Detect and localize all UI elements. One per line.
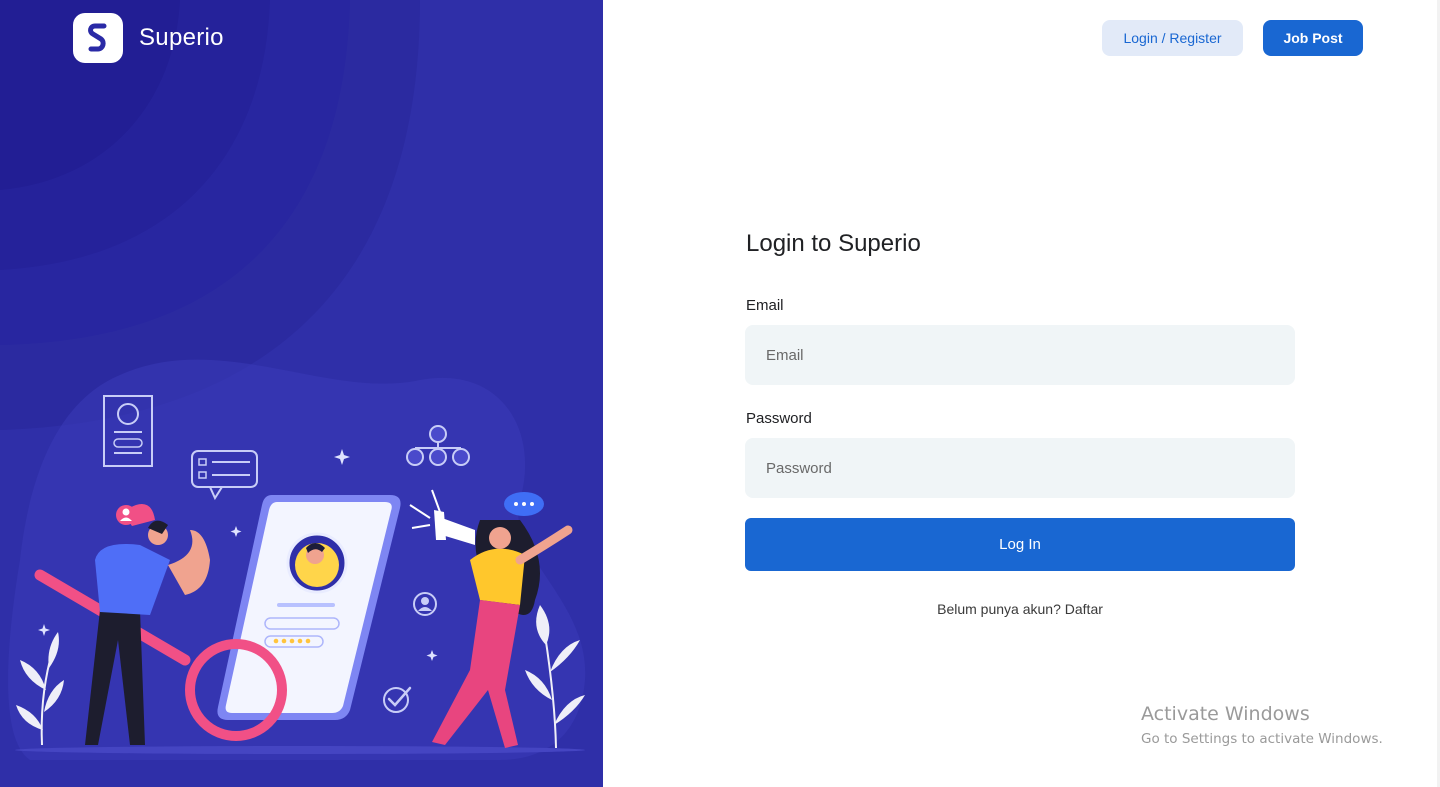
email-label: Email xyxy=(746,297,784,314)
log-in-button[interactable]: Log In xyxy=(745,518,1295,571)
leaf-plant-icon xyxy=(525,605,585,749)
password-group: Password xyxy=(745,410,1295,498)
chat-list-icon xyxy=(191,450,258,488)
login-register-button[interactable]: Login / Register xyxy=(1102,20,1243,56)
form-title: Login to Superio xyxy=(746,230,921,257)
checkmark-icon xyxy=(383,687,409,713)
windows-activation-watermark: Activate Windows Go to Settings to activ… xyxy=(1141,703,1383,747)
header-actions: Login / Register Job Post xyxy=(1102,20,1363,56)
recruitment-illustration xyxy=(15,395,585,754)
watermark-subtitle: Go to Settings to activate Windows. xyxy=(1141,731,1383,747)
job-post-button[interactable]: Job Post xyxy=(1263,20,1363,56)
leaf-plant-icon xyxy=(16,632,64,746)
signup-prompt-line: Belum punya akun? Daftar xyxy=(745,601,1295,617)
brand[interactable]: Superio xyxy=(73,13,224,63)
password-input[interactable] xyxy=(745,438,1295,498)
brand-name: Superio xyxy=(139,24,224,51)
org-chart-icon xyxy=(406,425,470,466)
watermark-title: Activate Windows xyxy=(1141,703,1310,725)
signup-prompt-text: Belum punya akun? xyxy=(937,601,1061,617)
password-label: Password xyxy=(746,410,812,427)
login-form: Login to Superio Email Password Log In B… xyxy=(745,230,1295,617)
signup-link[interactable]: Daftar xyxy=(1065,601,1103,617)
email-input[interactable] xyxy=(745,325,1295,385)
hero-panel: Superio xyxy=(0,0,603,787)
email-group: Email xyxy=(745,297,1295,385)
superio-s-logo-icon xyxy=(73,13,123,63)
